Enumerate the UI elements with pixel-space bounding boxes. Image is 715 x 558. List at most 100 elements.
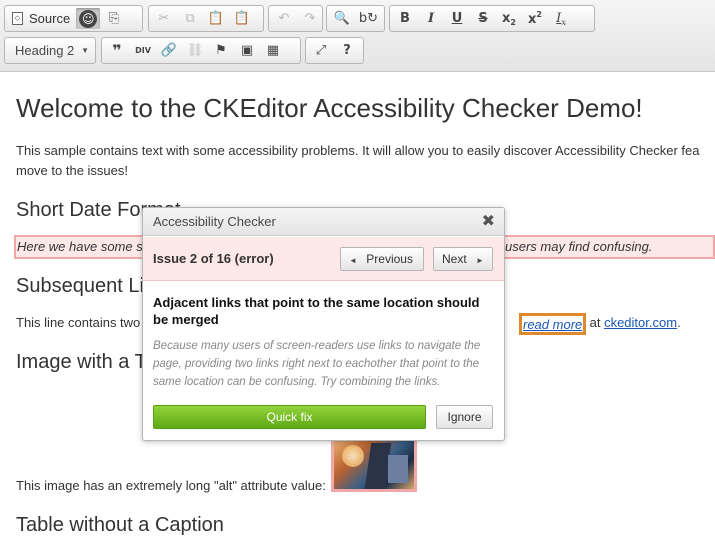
underline-icon: U [451,11,463,26]
ignore-button[interactable]: Ignore [436,405,493,429]
replace-icon: b↻ [358,11,379,26]
toolbar-group-basic-styles: B I U S x2 x2 Ix [389,5,595,32]
superscript-button[interactable]: x2 [523,8,547,29]
preview-button[interactable]: ⎘ [102,8,126,29]
toolbar-group-find: 🔍 b↻ [326,5,385,32]
toolbar-group-insert: ❞ DIV 🔗 ⛓ ⚑ ▣ ▦ [101,37,301,64]
issue-highlight-image[interactable] [331,436,417,492]
next-button[interactable]: Next ► [433,247,493,271]
accessibility-checker-dialog: Accessibility Checker ✖ Issue 2 of 16 (e… [142,207,505,441]
strikethrough-button[interactable]: S [471,8,495,29]
image-button[interactable]: ▣ [235,40,259,61]
accessibility-icon: ☺ [79,9,98,28]
image-sun-shape [342,445,364,467]
toolbar-group-undo: ↶ ↷ [268,5,323,32]
subscript-icon: x2 [502,10,516,27]
table-icon: ▦ [266,43,280,58]
paste-text-icon: 📋 [233,11,251,26]
source-button[interactable]: ◇ Source [8,8,74,29]
dialog-title: Accessibility Checker [153,214,276,229]
source-doc-icon: ◇ [12,12,23,25]
find-button[interactable]: 🔍 [330,8,354,29]
maximize-button[interactable]: ⤢ [309,40,333,61]
next-label: Next [442,252,467,266]
underline-button[interactable]: U [445,8,469,29]
toolbar-group-document: ◇ Source ☺ ⎘ [4,5,143,32]
short-date-text-left: Here we have some s [17,239,143,254]
bold-button[interactable]: B [393,8,417,29]
previous-label: Previous [366,252,413,266]
redo-arrow-icon: ↷ [304,11,316,26]
issue-description: Because many users of screen-readers use… [153,340,481,388]
copy-icon: ⧉ [185,11,195,26]
remove-format-icon: Ix [556,10,566,27]
chevron-down-icon: ▼ [81,46,89,55]
short-date-text-right: users may find confusing. [505,239,653,254]
link-icon: 🔗 [160,43,178,58]
scissors-icon: ✂ [158,11,170,26]
italic-button[interactable]: I [419,8,443,29]
cut-button[interactable]: ✂ [152,8,176,29]
subscript-button[interactable]: x2 [497,8,521,29]
intro-paragraph-line-2: move to the issues! [16,163,128,178]
superscript-icon: x2 [528,10,542,27]
focused-issue-link[interactable]: read more [519,313,586,335]
unlink-icon: ⛓ [186,43,204,58]
unlink-button[interactable]: ⛓ [183,40,207,61]
heading-table: Table without a Caption [16,514,224,536]
anchor-button[interactable]: ⚑ [209,40,233,61]
paste-text-button[interactable]: 📋 [230,8,254,29]
flag-icon: ⚑ [215,43,227,58]
link-button[interactable]: 🔗 [157,40,181,61]
help-button[interactable]: ? [335,40,359,61]
source-label: Source [29,11,71,26]
read-more-link[interactable]: read more [523,317,582,332]
italic-icon: I [427,11,435,26]
links-paragraph: This line contains two [16,315,141,330]
quote-icon: ❞ [112,41,122,60]
page-title: Welcome to the CKEditor Accessibility Ch… [16,93,643,123]
heading-subsequent-links: Subsequent Li [16,275,144,297]
dialog-title-bar[interactable]: Accessibility Checker ✖ [143,208,504,236]
arrow-right-icon: ► [476,256,484,265]
help-icon: ? [343,43,351,58]
heading-image: Image with a T [16,351,147,373]
strikethrough-icon: S [478,11,488,26]
at-text: at [586,315,605,330]
image-icon: ▣ [240,43,254,58]
paste-icon: 📋 [207,11,225,26]
blockquote-button[interactable]: ❞ [105,40,129,61]
issue-title: Adjacent links that point to the same lo… [153,295,480,327]
period-text: . [677,315,681,330]
format-combo[interactable]: Heading 2 ▼ [4,37,96,64]
accessibility-checker-button[interactable]: ☺ [76,8,101,29]
format-combo-value: Heading 2 [15,43,75,58]
redo-button[interactable]: ↷ [298,8,322,29]
previous-button[interactable]: ◄ Previous [340,247,424,271]
ckeditor-link[interactable]: ckeditor.com [604,315,677,330]
paste-button[interactable]: 📋 [204,8,228,29]
image-paragraph: This image has an extremely long "alt" a… [16,478,326,493]
image-figure-shape-2 [388,455,408,483]
preview-icon: ⎘ [109,11,120,26]
close-icon[interactable]: ✖ [482,208,495,236]
toolbar-group-clipboard: ✂ ⧉ 📋 📋 [148,5,264,32]
editor-toolbar: ◇ Source ☺ ⎘ ✂ ⧉ 📋 📋 ↶ ↷ 🔍 b↻ B I U S x2… [0,0,715,72]
arrow-left-icon: ◄ [349,256,357,265]
div-icon: DIV [135,46,151,55]
issue-counter: Issue 2 of 16 (error) [153,251,274,266]
magnifier-icon: 🔍 [333,11,351,26]
issue-navigation-bar: Issue 2 of 16 (error) ◄ Previous Next ► [143,237,504,281]
toolbar-group-tools: ⤢ ? [305,37,364,64]
div-button[interactable]: DIV [131,40,155,61]
undo-button[interactable]: ↶ [272,8,296,29]
copy-button[interactable]: ⧉ [178,8,202,29]
replace-button[interactable]: b↻ [356,8,381,29]
table-button[interactable]: ▦ [261,40,285,61]
remove-format-button[interactable]: Ix [549,8,573,29]
maximize-icon: ⤢ [315,43,327,58]
bold-icon: B [400,11,410,26]
quick-fix-button[interactable]: Quick fix [153,405,426,429]
intro-paragraph-line-1: This sample contains text with some acce… [16,143,700,158]
links-paragraph-tail: at ckeditor.com. [586,313,681,333]
